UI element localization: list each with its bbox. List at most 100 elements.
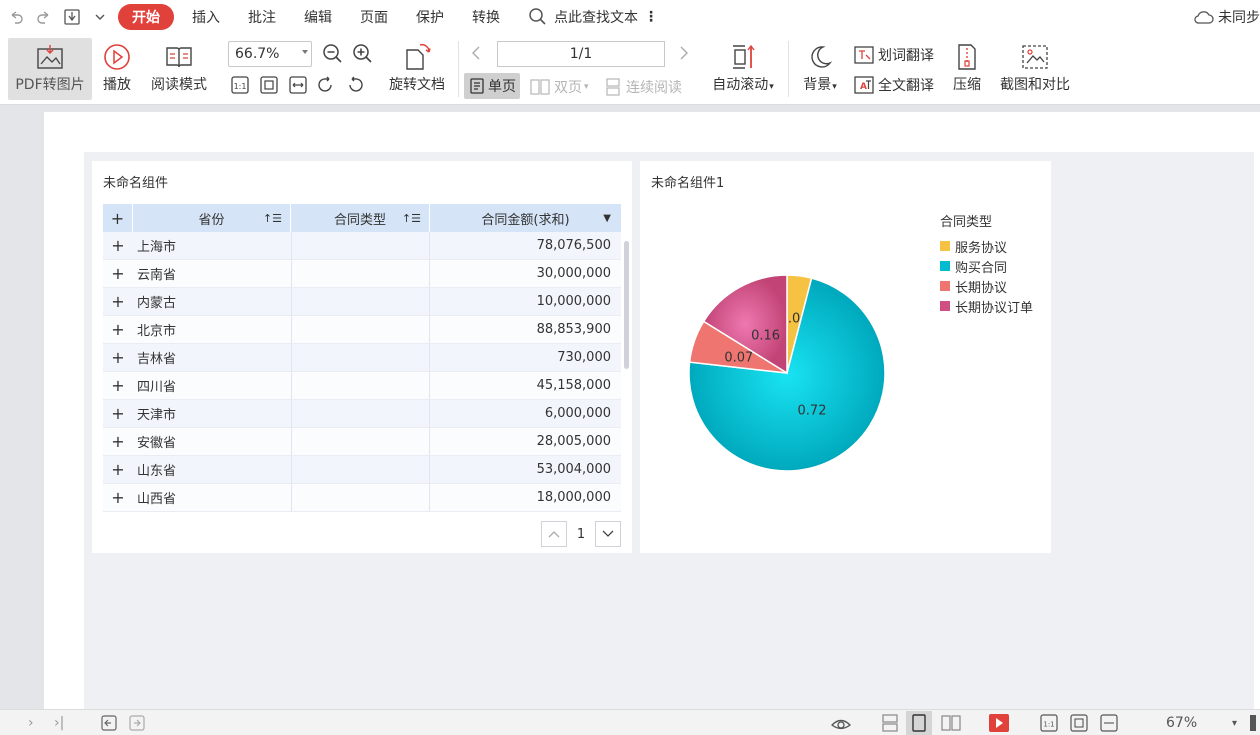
column-header-amount[interactable]: 合同金额(求和) ▼: [430, 204, 621, 232]
column-header-contract-type[interactable]: 合同类型 ↑☰: [291, 204, 430, 232]
expand-row-icon[interactable]: +: [103, 260, 133, 287]
next-page-icon[interactable]: [678, 45, 690, 61]
table-row[interactable]: + 吉林省 730,000: [103, 344, 621, 372]
table-row[interactable]: + 安徽省 28,005,000: [103, 428, 621, 456]
zoom-in-icon[interactable]: [352, 43, 374, 65]
expand-row-icon[interactable]: +: [103, 428, 133, 455]
auto-scroll-button[interactable]: 自动滚动▾: [706, 40, 780, 94]
zoom-dropdown-icon[interactable]: ▾: [1232, 714, 1237, 732]
status-zoom-value[interactable]: 67%: [1166, 714, 1197, 732]
column-header-province[interactable]: 省份 ↑☰: [133, 204, 291, 232]
expand-row-icon[interactable]: +: [103, 456, 133, 483]
expand-row-icon[interactable]: +: [103, 484, 133, 511]
double-page-view-icon[interactable]: [940, 714, 962, 732]
continuous-view-icon[interactable]: [880, 714, 900, 732]
table-row[interactable]: + 内蒙古 10,000,000: [103, 288, 621, 316]
legend-item-long-term-order[interactable]: 长期协议订单: [940, 296, 1033, 316]
svg-text:A: A: [860, 82, 867, 92]
expand-row-icon[interactable]: +: [103, 372, 133, 399]
tab-annotate[interactable]: 批注: [234, 4, 290, 30]
quick-access-dropdown-icon[interactable]: [88, 5, 112, 29]
amount-header-label: 合同金额(求和): [481, 212, 570, 228]
tab-protect[interactable]: 保护: [402, 4, 458, 30]
pdf-to-image-button[interactable]: PDF转图片: [8, 38, 92, 100]
actual-size-icon[interactable]: 1:1: [230, 75, 250, 95]
play-button[interactable]: 播放: [98, 40, 136, 94]
expand-row-icon[interactable]: +: [103, 316, 133, 343]
sync-status[interactable]: 未同步: [1193, 0, 1260, 33]
eye-protection-icon[interactable]: [830, 714, 852, 732]
page-number-input[interactable]: 1/1: [497, 41, 665, 67]
expand-all-icon[interactable]: +: [103, 204, 133, 232]
fit-page-icon[interactable]: [1070, 714, 1088, 732]
table-row[interactable]: + 上海市 78,076,500: [103, 232, 621, 260]
table-row[interactable]: + 天津市 6,000,000: [103, 400, 621, 428]
caret-down-icon[interactable]: ▼: [603, 213, 611, 224]
save-export-icon[interactable]: [60, 5, 84, 29]
table-widget: 未命名组件 + 省份 ↑☰ 合同类型 ↑☰ 合同金额(求和) ▼ + 上海市 78,…: [92, 161, 632, 553]
redo-icon[interactable]: [32, 5, 56, 29]
actual-size-icon[interactable]: 1:1: [1040, 714, 1058, 732]
page-up-button[interactable]: [541, 521, 567, 547]
legend-item-service[interactable]: 服务协议: [940, 236, 1033, 256]
rotate-left-icon[interactable]: [316, 75, 336, 95]
forward-icon[interactable]: [128, 714, 146, 732]
more-options-icon[interactable]: ⋮: [644, 9, 658, 25]
continuous-reading-button[interactable]: 连续阅读: [604, 77, 682, 97]
double-page-button[interactable]: 双页 ▾: [530, 77, 589, 97]
find-text-button[interactable]: 点此查找文本 ⋮: [528, 7, 658, 27]
zoom-out-icon[interactable]: [322, 43, 344, 65]
word-translate-button[interactable]: 划词翻译: [853, 45, 934, 65]
table-row[interactable]: + 云南省 30,000,000: [103, 260, 621, 288]
compress-button[interactable]: 压缩: [948, 40, 986, 94]
last-page-icon[interactable]: ›|: [54, 714, 64, 732]
tab-convert[interactable]: 转换: [458, 4, 514, 30]
single-page-button[interactable]: 单页: [464, 73, 520, 99]
back-icon[interactable]: [100, 714, 118, 732]
expand-row-icon[interactable]: +: [103, 344, 133, 371]
full-translate-button[interactable]: A 全文翻译: [853, 75, 934, 95]
zoom-slider-handle[interactable]: [1250, 715, 1256, 731]
table-scrollbar[interactable]: [624, 241, 629, 369]
fit-width-icon[interactable]: [1100, 714, 1118, 732]
chevron-down-icon: [302, 50, 308, 54]
continuous-reading-icon: [606, 78, 620, 96]
expand-row-icon[interactable]: +: [103, 232, 133, 259]
table-row[interactable]: + 四川省 45,158,000: [103, 372, 621, 400]
tab-edit[interactable]: 编辑: [290, 4, 346, 30]
tab-home[interactable]: 开始: [118, 3, 174, 30]
sort-icon[interactable]: ↑☰: [263, 212, 282, 225]
slideshow-play-icon[interactable]: [988, 714, 1010, 732]
table-row[interactable]: + 山东省 53,004,000: [103, 456, 621, 484]
next-page-icon[interactable]: ›: [28, 714, 34, 732]
amount-cell: 28,005,000: [536, 434, 611, 449]
table-row[interactable]: + 北京市 88,853,900: [103, 316, 621, 344]
single-page-view-icon[interactable]: [906, 711, 932, 735]
expand-row-icon[interactable]: +: [103, 400, 133, 427]
legend-item-purchase[interactable]: 购买合同: [940, 256, 1033, 276]
table-row[interactable]: + 山西省 18,000,000: [103, 484, 621, 512]
prev-page-icon[interactable]: [470, 45, 482, 61]
contract-type-cell: [291, 260, 430, 287]
legend-swatch: [940, 241, 950, 251]
play-label: 播放: [103, 77, 131, 93]
fit-width-icon[interactable]: [288, 75, 308, 95]
play-icon: [103, 40, 131, 74]
legend-item-long-term[interactable]: 长期协议: [940, 276, 1033, 296]
contract-type-cell: [291, 456, 430, 483]
rotate-right-icon[interactable]: [345, 75, 365, 95]
page-down-button[interactable]: [595, 521, 621, 547]
rotate-document-button[interactable]: 旋转文档: [384, 40, 450, 94]
undo-icon[interactable]: [4, 5, 28, 29]
pie-data-label: 0.16: [751, 329, 780, 344]
tab-insert[interactable]: 插入: [178, 4, 234, 30]
tab-page[interactable]: 页面: [346, 4, 402, 30]
sort-icon[interactable]: ↑☰: [402, 212, 421, 225]
screenshot-compare-label: 截图和对比: [1000, 77, 1070, 93]
expand-row-icon[interactable]: +: [103, 288, 133, 315]
zoom-select[interactable]: 66.7%: [228, 41, 312, 67]
fit-page-icon[interactable]: [259, 75, 279, 95]
screenshot-compare-button[interactable]: 截图和对比: [994, 40, 1076, 94]
background-button[interactable]: 背景▾: [798, 40, 842, 94]
read-mode-button[interactable]: 阅读模式: [146, 40, 212, 94]
